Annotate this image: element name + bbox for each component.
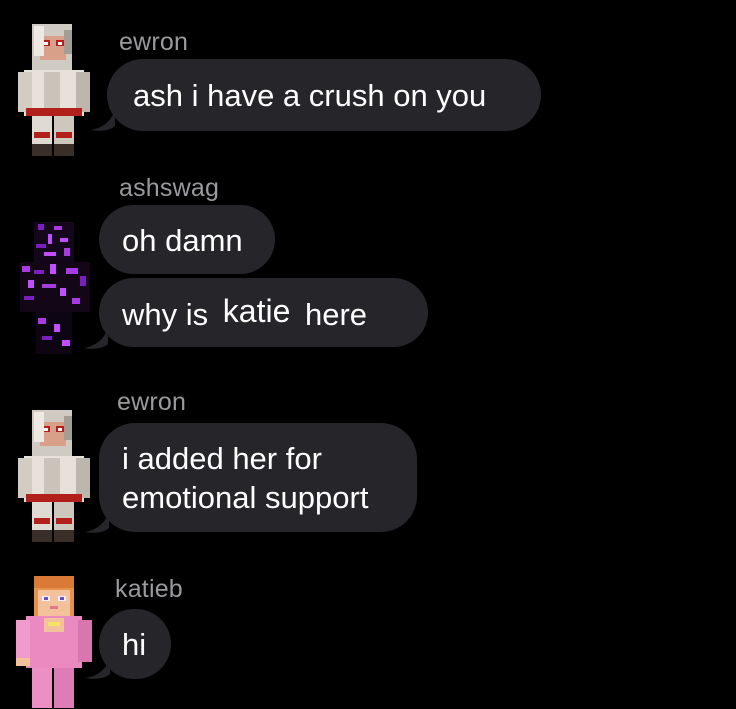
message-text: oh damn [122,223,243,258]
message-bubble[interactable]: why is katie here [99,278,428,347]
message-text: i added her for emotional support [122,439,368,517]
message-text: why is katie here [122,293,368,333]
message-bubble[interactable]: i added her for emotional support [99,423,417,532]
chat-screen: { "messages": [ { "sender": "ewron", "av… [0,0,736,709]
sender-name: ashswag [119,174,220,202]
message-text: ash i have a crush on you [133,78,487,113]
message-text-after: here [304,297,368,332]
avatar-katieb[interactable] [12,574,94,709]
avatar-ewron[interactable] [14,408,96,544]
message-line: emotional support [122,480,369,515]
mention-katie[interactable]: katie [223,293,291,330]
message-text: hi [122,627,147,662]
message-bubble[interactable]: ash i have a crush on you [107,59,541,131]
sender-name: ewron [117,388,187,416]
message-bubble[interactable]: hi [99,609,171,679]
sender-name: ewron [119,28,189,56]
sender-name: katieb [115,575,183,603]
message-bubble[interactable]: oh damn [99,205,275,274]
avatar-ewron[interactable] [14,22,96,158]
message-text-before: why is [122,297,209,332]
message-line: i added her for [122,441,322,476]
